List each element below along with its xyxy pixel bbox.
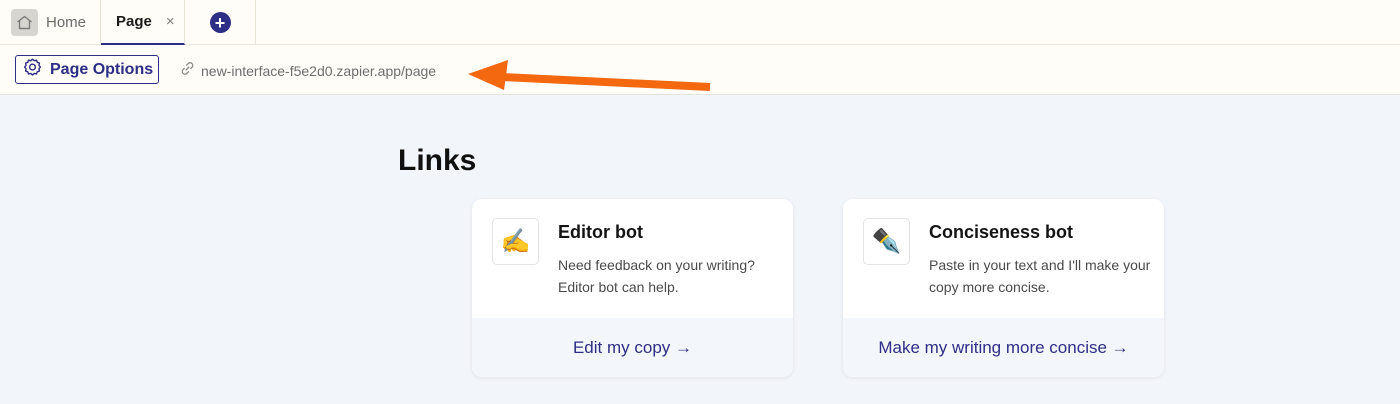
page-url-text: new-interface-f5e2d0.zapier.app/page [201,63,437,79]
writing-hand-icon: ✍️ [492,218,539,265]
close-icon[interactable]: × [166,13,175,30]
page-options-button[interactable]: Page Options [15,55,159,84]
tab-bar: Home Page × + [0,0,1400,45]
tab-page[interactable]: Page × [101,0,185,45]
tab-home-label: Home [46,14,87,31]
page-title: Links [398,144,477,177]
annotation-arrow [468,60,711,91]
home-icon [11,9,38,36]
card-description: Need feedback on your writing? Editor bo… [558,257,755,295]
card-title: Conciseness bot [929,222,1074,242]
card-link[interactable]: Make my writing more concise → [843,318,1164,377]
gear-icon [22,57,43,83]
page-options-label: Page Options [50,60,154,78]
pen-nib-icon: ✒️ [863,218,910,265]
page-url[interactable]: new-interface-f5e2d0.zapier.app/page [180,61,436,81]
card-title: Editor bot [558,222,643,242]
tab-home[interactable]: Home [0,0,101,45]
tab-page-label: Page [116,13,152,30]
add-tab-button[interactable]: + [185,0,256,45]
plus-circle-icon[interactable]: + [209,12,231,33]
card-link[interactable]: Edit my copy → [472,318,793,377]
link-card: ✍️ Editor bot Need feedback on your writ… [472,199,793,377]
link-icon [180,61,195,81]
link-card: ✒️ Conciseness bot Paste in your text an… [843,199,1164,377]
card-description: Paste in your text and I'll make your co… [929,257,1151,295]
